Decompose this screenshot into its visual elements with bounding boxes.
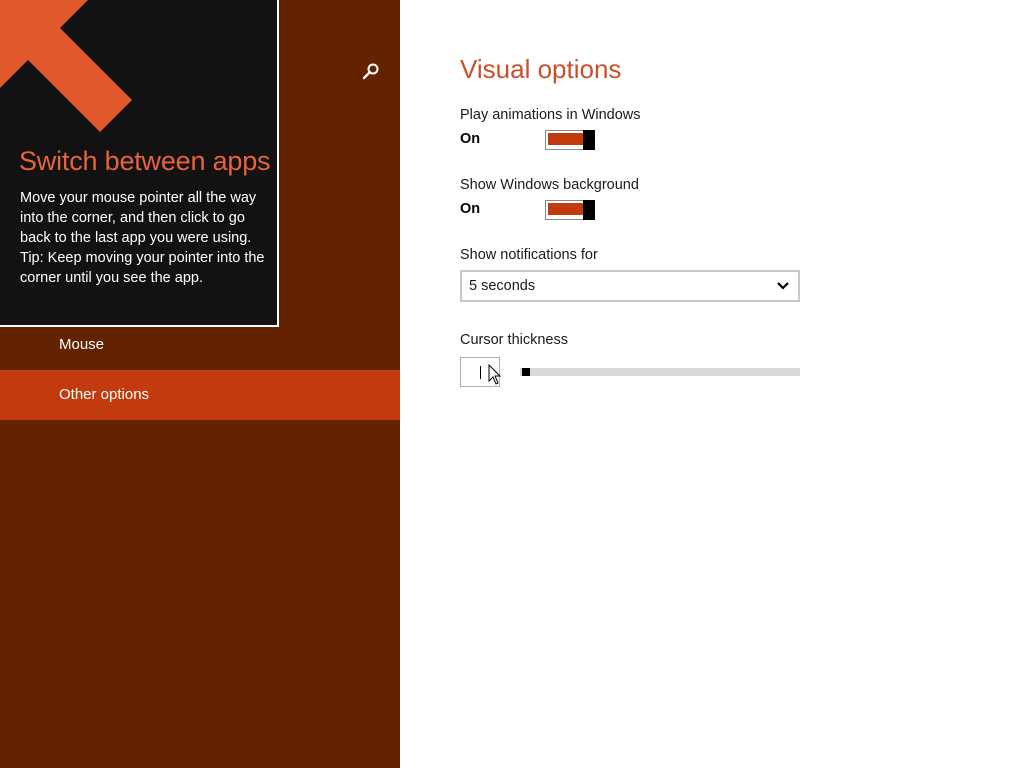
toggle-thumb[interactable]: [583, 200, 595, 220]
ease-of-access-settings: Mouse Other options Switch between apps …: [0, 0, 1024, 768]
tutorial-tip-overlay: Switch between apps Move your mouse poin…: [0, 0, 279, 327]
toggle-fill: [548, 203, 584, 215]
tip-body: Move your mouse pointer all the way into…: [20, 188, 265, 288]
section-title: Visual options: [460, 54, 622, 84]
toggle-fill: [548, 133, 584, 145]
nav-item-label: Mouse: [59, 336, 105, 353]
tip-body-line: Tip: Keep moving your pointer into the c…: [20, 250, 265, 286]
background-label: Show Windows background: [460, 177, 639, 193]
animations-toggle[interactable]: [545, 130, 595, 150]
text-cursor-preview: [480, 366, 481, 379]
cursor-thickness-slider[interactable]: [520, 364, 800, 380]
tip-body-line: Move your mouse pointer all the way into…: [20, 190, 257, 246]
notifications-duration-select[interactable]: 5 seconds: [460, 270, 800, 302]
animations-state: On: [460, 131, 481, 147]
nav-item-mouse[interactable]: Mouse: [0, 320, 400, 370]
select-value: 5 seconds: [469, 278, 536, 294]
nav-item-other-options[interactable]: Other options: [0, 370, 400, 420]
search-icon[interactable]: [362, 62, 380, 80]
toggle-thumb[interactable]: [583, 130, 595, 150]
nav-item-label: Other options: [59, 386, 150, 403]
animations-label: Play animations in Windows: [460, 107, 641, 123]
background-toggle[interactable]: [545, 200, 595, 220]
chevron-down-icon: [777, 282, 789, 290]
slider-track[interactable]: [520, 368, 800, 376]
mouse-pointer-icon: [488, 364, 502, 385]
arrow-up-left-icon: [0, 0, 132, 132]
cursor-thickness-label: Cursor thickness: [460, 332, 568, 348]
background-state: On: [460, 201, 481, 217]
notifications-label: Show notifications for: [460, 247, 598, 263]
slider-thumb[interactable]: [522, 368, 530, 376]
tip-title: Switch between apps: [19, 146, 271, 176]
